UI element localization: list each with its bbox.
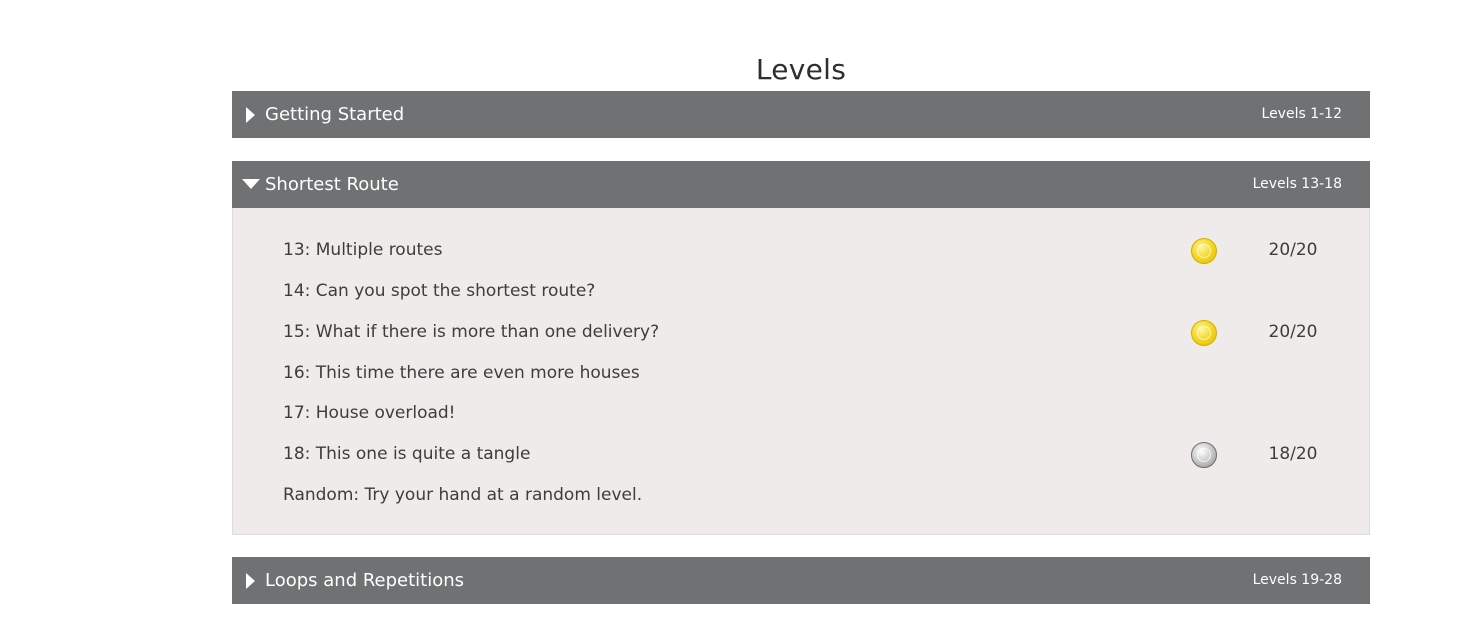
level-row: 16: This time there are even more houses bbox=[233, 359, 1369, 389]
caret-down-icon bbox=[242, 178, 260, 189]
level-link[interactable]: 16: This time there are even more houses bbox=[283, 363, 640, 383]
level-score: 20/20 bbox=[1268, 240, 1318, 260]
level-link[interactable]: Random: Try your hand at a random level. bbox=[283, 485, 642, 505]
section-shortest-route: Shortest Route Levels 13-18 13: Multiple… bbox=[232, 161, 1370, 535]
level-row: 13: Multiple routes 20/20 bbox=[233, 236, 1369, 266]
gold-medal-icon bbox=[1191, 238, 1217, 264]
level-score: 18/20 bbox=[1268, 444, 1318, 464]
level-link[interactable]: 17: House overload! bbox=[283, 403, 456, 423]
section-range: Levels 13-18 bbox=[1252, 176, 1342, 192]
level-link[interactable]: 13: Multiple routes bbox=[283, 240, 442, 260]
page-title: Levels bbox=[755, 52, 847, 86]
level-row: 18: This one is quite a tangle 18/20 bbox=[233, 440, 1369, 470]
section-header-shortest-route[interactable]: Shortest Route Levels 13-18 bbox=[232, 161, 1370, 208]
level-link[interactable]: 14: Can you spot the shortest route? bbox=[283, 281, 595, 301]
level-link[interactable]: 15: What if there is more than one deliv… bbox=[283, 322, 659, 342]
level-link[interactable]: 18: This one is quite a tangle bbox=[283, 444, 530, 464]
silver-medal-icon bbox=[1191, 442, 1217, 468]
level-list: 13: Multiple routes 20/20 14: Can you sp… bbox=[232, 208, 1370, 535]
section-title: Loops and Repetitions bbox=[265, 570, 465, 591]
level-row: 14: Can you spot the shortest route? bbox=[233, 277, 1369, 307]
section-title: Shortest Route bbox=[265, 174, 399, 195]
gold-medal-icon bbox=[1191, 320, 1217, 346]
section-header-loops-and-repetitions[interactable]: Loops and Repetitions Levels 19-28 bbox=[232, 557, 1370, 604]
level-row: 17: House overload! bbox=[233, 399, 1369, 429]
level-row: 15: What if there is more than one deliv… bbox=[233, 318, 1369, 348]
caret-right-icon bbox=[246, 106, 255, 123]
caret-right-icon bbox=[246, 572, 255, 589]
section-loops-and-repetitions: Loops and Repetitions Levels 19-28 bbox=[232, 557, 1370, 604]
section-range: Levels 19-28 bbox=[1252, 572, 1342, 588]
level-score: 20/20 bbox=[1268, 322, 1318, 342]
level-row: Random: Try your hand at a random level. bbox=[233, 481, 1369, 511]
section-title: Getting Started bbox=[265, 104, 405, 125]
section-header-getting-started[interactable]: Getting Started Levels 1-12 bbox=[232, 91, 1370, 138]
section-range: Levels 1-12 bbox=[1261, 106, 1342, 122]
section-getting-started: Getting Started Levels 1-12 bbox=[232, 91, 1370, 138]
